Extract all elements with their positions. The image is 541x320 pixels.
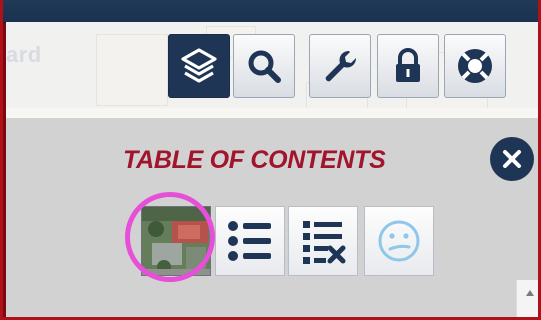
legend-button[interactable]	[215, 206, 285, 276]
close-icon	[503, 150, 521, 168]
list-icon	[228, 221, 271, 261]
lock-icon	[396, 48, 420, 82]
wrench-icon	[325, 50, 357, 82]
triangle-up-icon	[525, 290, 534, 296]
tools-button[interactable]	[309, 34, 371, 98]
smiley-icon	[378, 220, 420, 262]
lifebuoy-icon	[458, 49, 492, 83]
help-button[interactable]	[444, 34, 506, 98]
map-label: ard	[6, 42, 42, 67]
highlight-circle	[125, 192, 215, 282]
lock-button[interactable]	[377, 34, 439, 98]
list-remove-icon	[303, 221, 346, 264]
feedback-button[interactable]	[364, 206, 434, 276]
clear-layers-button[interactable]	[288, 206, 358, 276]
search-button[interactable]	[233, 34, 295, 98]
top-bar	[3, 0, 538, 23]
search-icon	[248, 50, 281, 83]
scrollbar-track[interactable]	[516, 306, 538, 317]
layers-icon	[181, 48, 217, 83]
close-button[interactable]	[490, 137, 534, 181]
app-frame: ard TABLE OF CONTENTS	[0, 0, 541, 320]
toc-title: TABLE OF CONTENTS	[123, 146, 386, 174]
layers-button[interactable]	[168, 34, 230, 98]
map-building	[96, 34, 168, 106]
scroll-up-button[interactable]	[516, 280, 538, 306]
map-road	[6, 108, 538, 118]
